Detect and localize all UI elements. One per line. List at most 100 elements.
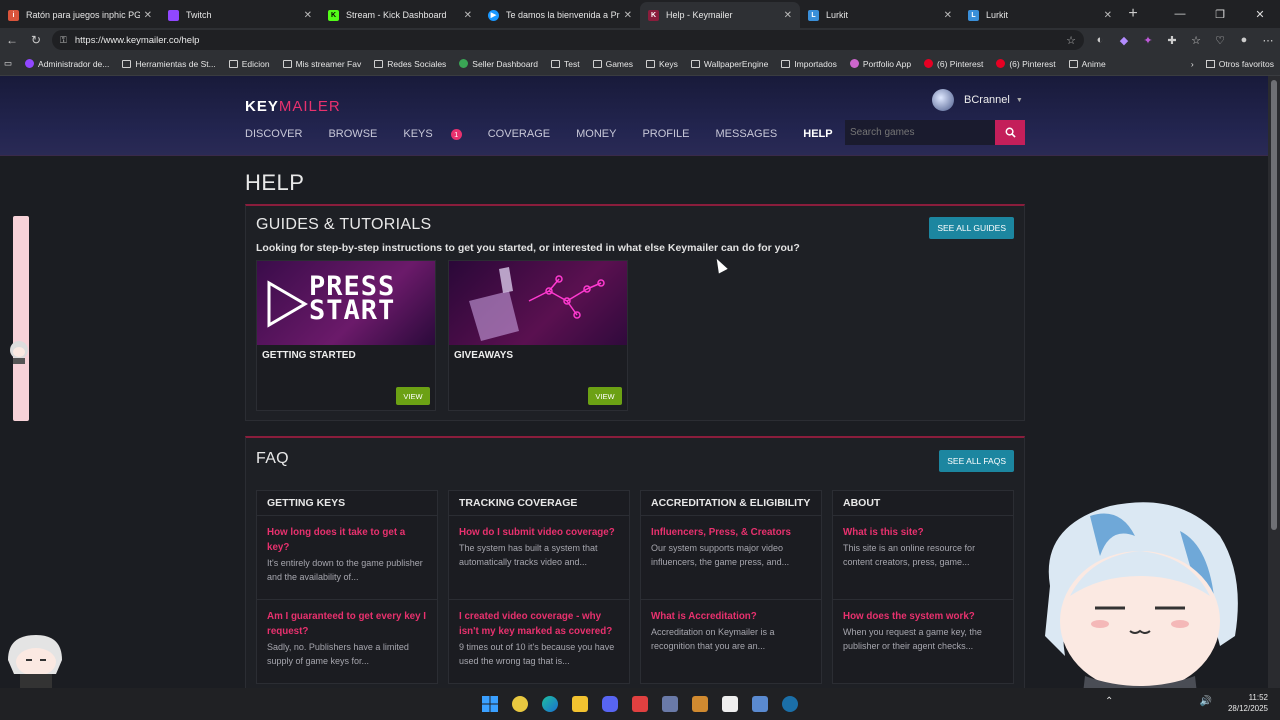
nav-help[interactable]: HELP [803,128,845,140]
bookmark-item[interactable]: Administrador de... [25,59,109,69]
screen: i Ratón para juegos inphic PG1 | Ra ✕ Tw… [0,0,1280,720]
see-all-guides-button[interactable]: SEE ALL GUIDES [929,217,1014,239]
folder-icon [374,59,384,68]
browser-tab[interactable]: K Stream - Kick Dashboard ✕ [320,2,480,28]
new-tab-icon[interactable]: + [1120,1,1146,27]
faq-question-link[interactable]: Influencers, Press, & Creators [651,525,811,540]
faq-question-link[interactable]: What is this site? [843,525,1003,540]
close-window-icon[interactable]: ✕ [1240,0,1280,28]
tab-close-icon[interactable]: ✕ [304,10,312,21]
tab-close-icon[interactable]: ✕ [624,10,632,21]
see-all-faqs-button[interactable]: SEE ALL FAQS [939,450,1014,472]
bookmark-item[interactable]: Mis streamer Fav [282,59,361,69]
file-explorer-icon[interactable] [567,691,593,717]
minimize-icon[interactable]: — [1160,0,1200,28]
view-button[interactable]: VIEW [588,387,622,405]
guide-card-giveaways[interactable]: GIVEAWAYS VIEW [448,260,628,411]
bookmark-item[interactable]: Seller Dashboard [459,59,538,69]
profile-avatar-icon[interactable]: ● [1232,34,1256,46]
bookmark-favicon-icon [924,59,934,68]
nav-keys[interactable]: KEYS 1 [403,128,474,140]
app-icon[interactable] [657,691,683,717]
browser-tab[interactable]: L Lurkit ✕ [960,2,1120,28]
nav-discover[interactable]: DISCOVER [245,128,315,140]
tab-close-icon[interactable]: ✕ [464,10,472,21]
maximize-icon[interactable]: ❐ [1200,0,1240,28]
bookmark-item[interactable]: (6) Pinterest [996,59,1056,69]
favorites-icon[interactable]: ☆ [1184,34,1208,47]
bookmark-item[interactable]: (6) Pinterest [924,59,983,69]
steam-icon[interactable] [777,691,803,717]
nav-messages[interactable]: MESSAGES [716,128,791,140]
bookmark-item[interactable]: Edicion [228,59,270,69]
collections-icon[interactable]: ♡ [1208,34,1232,47]
view-button[interactable]: VIEW [396,387,430,405]
browser-tab[interactable]: L Lurkit ✕ [800,2,960,28]
back-icon[interactable]: ← [0,28,24,52]
user-menu[interactable]: BCrannel ▼ [932,89,1023,111]
discord-icon[interactable] [597,691,623,717]
nav-profile[interactable]: PROFILE [642,128,702,140]
extensions-puzzle-icon[interactable]: ✚ [1160,34,1184,47]
tab-close-icon[interactable]: ✕ [944,10,952,21]
url-field[interactable]: ⚿ https://www.keymailer.co/help ☆ [52,30,1084,50]
faq-question-link[interactable]: Am I guaranteed to get every key I reque… [267,609,427,639]
bookmark-label: Games [605,58,633,69]
site-info-icon[interactable]: ⚿ [60,35,67,46]
bookmark-item[interactable]: Anime [1068,59,1106,69]
windows-start-icon[interactable] [477,691,503,717]
tab-close-icon[interactable]: ✕ [784,10,792,21]
reload-icon[interactable]: ↻ [24,28,48,52]
browser-tab[interactable]: i Ratón para juegos inphic PG1 | Ra ✕ [0,2,160,28]
bookmark-item[interactable]: Games [592,58,633,69]
faq-question-link[interactable]: I created video coverage - why isn't my … [459,609,619,639]
bookmark-item[interactable]: Portfolio App [849,59,911,69]
nav-label: MESSAGES [715,128,778,140]
guide-card-getting-started[interactable]: PRESS START GETTING STARTED VIEW [256,260,436,411]
system-clock[interactable]: 11:52 28/12/2025 [1228,692,1268,714]
bookmark-item[interactable]: Herramientas de St... [122,59,216,69]
store-icon[interactable] [717,691,743,717]
app-icon[interactable] [687,691,713,717]
lurkit-icon: L [808,9,819,21]
app-icon[interactable] [747,691,773,717]
other-bookmarks[interactable]: › Otros favoritos [1191,52,1274,76]
page-scrollbar[interactable] [1268,76,1280,688]
system-tray-icons[interactable]: ⌃ 🔊 [1105,696,1212,707]
nav-money[interactable]: MONEY [576,128,629,140]
faq-question-link[interactable]: How do I submit video coverage? [459,525,619,540]
more-menu-icon[interactable]: ⋯ [1256,34,1280,47]
bookmark-item[interactable]: Importados [781,59,837,69]
clock-date: 28/12/2025 [1227,704,1268,713]
bookmark-item[interactable]: Test [550,59,580,69]
app-icon[interactable] [507,691,533,717]
nav-browse[interactable]: BROWSE [328,128,390,140]
tab-close-icon[interactable]: ✕ [1104,10,1112,21]
browser-tab-active[interactable]: K Help - Keymailer ✕ [640,2,800,28]
nav-coverage[interactable]: COVERAGE [488,128,563,140]
giveaway-box-icon [469,267,605,341]
app-icon[interactable] [627,691,653,717]
extension-icon[interactable]: ◆ [1112,34,1136,47]
bookmark-item[interactable]: Redes Sociales [374,59,446,69]
extension-icon[interactable]: ✦ [1136,34,1160,47]
bookmark-item[interactable]: WallpaperEngine [690,59,768,69]
faq-question-link[interactable]: How long does it take to get a key? [267,525,427,555]
search-input[interactable] [845,120,995,145]
extension-icon[interactable]: ◐ [1088,34,1112,46]
faq-column: GETTING KEYS How long does it take to get… [256,490,438,684]
bookmark-favicon-icon [996,59,1006,68]
sidebar-toggle-icon[interactable]: ▭ [4,58,12,69]
edge-icon[interactable] [537,691,563,717]
scrollbar-thumb[interactable] [1271,80,1277,530]
favorite-star-icon[interactable]: ☆ [1066,34,1076,47]
tab-close-icon[interactable]: ✕ [144,10,152,21]
keymailer-logo[interactable]: KEYMAILER [245,98,341,115]
browser-tab[interactable]: Twitch ✕ [160,2,320,28]
bookmark-item[interactable]: Keys [645,59,678,69]
search-button[interactable] [995,120,1025,145]
browser-tab[interactable]: ▶ Te damos la bienvenida a Prime V ✕ [480,2,640,28]
chevron-right-icon[interactable]: › [1191,59,1194,69]
faq-question-link[interactable]: How does the system work? [843,609,1003,624]
faq-question-link[interactable]: What is Accreditation? [651,609,811,624]
